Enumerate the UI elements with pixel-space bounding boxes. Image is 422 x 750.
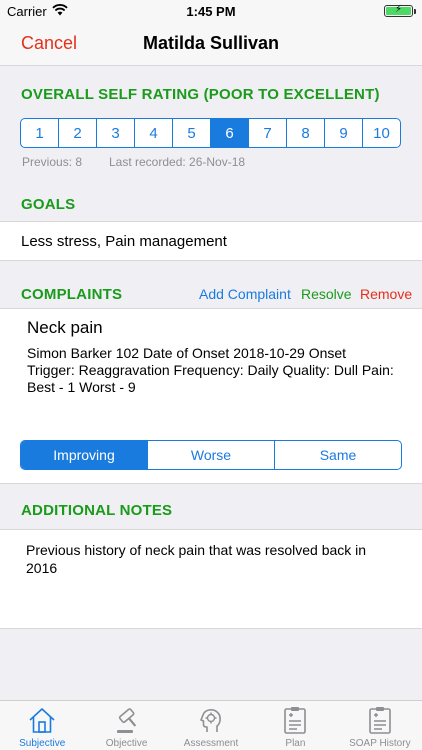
clipboard-icon <box>284 707 307 734</box>
rating-option-6[interactable]: 6 <box>211 119 249 147</box>
tab-subjective[interactable]: Subjective <box>0 701 84 750</box>
goals-cell[interactable]: Less stress, Pain management <box>0 221 422 261</box>
complaint-item[interactable]: Neck pain Simon Barker 102 Date of Onset… <box>0 308 422 423</box>
tab-label: Assessment <box>183 738 239 749</box>
clipboard-history-icon <box>369 707 391 734</box>
complaint-trend-cell: Improving Worse Same <box>0 423 422 484</box>
rating-option-10[interactable]: 10 <box>363 119 400 147</box>
rating-option-1[interactable]: 1 <box>21 119 59 147</box>
gavel-icon <box>116 708 136 733</box>
rating-selector: 1 2 3 4 5 6 7 8 9 10 <box>20 118 401 148</box>
trend-option-improving[interactable]: Improving <box>21 441 148 469</box>
complaints-header: COMPLAINTS <box>21 286 123 303</box>
rating-option-8[interactable]: 8 <box>287 119 325 147</box>
goals-header: GOALS <box>21 196 76 213</box>
status-time: 1:45 PM <box>186 4 236 19</box>
resolve-button[interactable]: Resolve <box>301 286 352 302</box>
head-icon <box>200 709 221 732</box>
complaint-name: Neck pain <box>27 318 103 337</box>
add-complaint-button[interactable]: Add Complaint <box>199 286 291 302</box>
notes-cell[interactable]: Previous history of neck pain that was r… <box>0 529 422 629</box>
rating-option-2[interactable]: 2 <box>59 119 97 147</box>
previous-rating: Previous: 8 <box>22 155 83 169</box>
tab-label: Objective <box>105 738 148 749</box>
house-icon <box>29 708 55 733</box>
trend-option-worse[interactable]: Worse <box>148 441 275 469</box>
tab-bar: Subjective Objective Assessment Plan SOA… <box>0 700 422 750</box>
tab-label: Subjective <box>19 738 66 749</box>
status-bar: Carrier 1:45 PM ⚡ <box>0 0 422 22</box>
tab-objective[interactable]: Objective <box>84 701 168 750</box>
tab-plan[interactable]: Plan <box>253 701 337 750</box>
tab-soap-history[interactable]: SOAP History <box>338 701 422 750</box>
rating-option-4[interactable]: 4 <box>135 119 173 147</box>
rating-info: Previous: 8 Last recorded: 26-Nov-18 <box>22 155 245 169</box>
goals-text: Less stress, Pain management <box>21 233 227 250</box>
tab-label: SOAP History <box>349 738 411 749</box>
rating-option-3[interactable]: 3 <box>97 119 135 147</box>
rating-option-7[interactable]: 7 <box>249 119 287 147</box>
tab-label: Plan <box>285 738 306 749</box>
tab-assessment[interactable]: Assessment <box>169 701 253 750</box>
remove-button[interactable]: Remove <box>360 286 412 302</box>
complaint-details: Simon Barker 102 Date of Onset 2018-10-2… <box>27 345 394 395</box>
last-recorded: Last recorded: 26-Nov-18 <box>109 155 246 169</box>
battery-icon: ⚡ <box>384 4 416 17</box>
rating-option-9[interactable]: 9 <box>325 119 363 147</box>
notes-text: Previous history of neck pain that was r… <box>26 542 367 576</box>
page-title: Matilda Sullivan <box>142 33 280 53</box>
navigation-bar: Cancel Matilda Sullivan <box>0 22 422 66</box>
trend-option-same[interactable]: Same <box>275 441 401 469</box>
self-rating-header: OVERALL SELF RATING (POOR TO EXCELLENT) <box>21 86 380 103</box>
trend-selector: Improving Worse Same <box>20 440 402 470</box>
notes-header: ADDITIONAL NOTES <box>21 502 173 519</box>
rating-option-5[interactable]: 5 <box>173 119 211 147</box>
